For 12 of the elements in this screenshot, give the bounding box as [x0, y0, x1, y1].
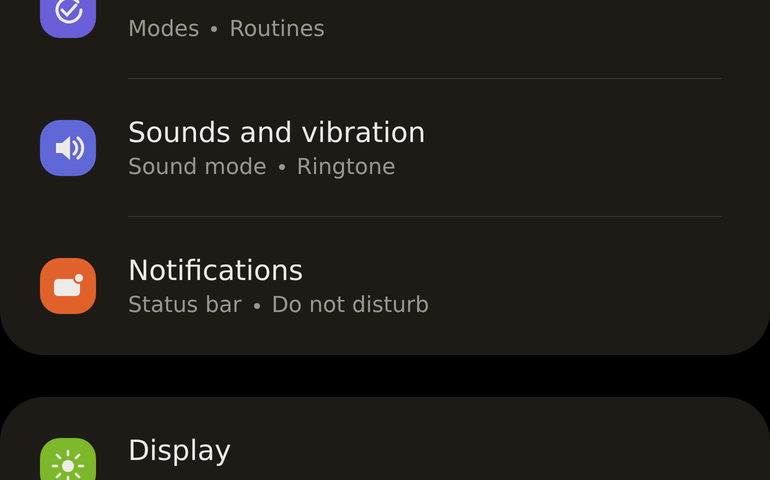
- setting-title[interactable]: Notifications: [128, 254, 304, 287]
- setting-subtitle: Modes: [128, 16, 200, 42]
- separator-dot: [278, 164, 285, 170]
- setting-subtitle: Sound mode: [128, 154, 267, 180]
- setting-title[interactable]: Sounds and vibration: [128, 116, 426, 148]
- separator-dot: [254, 302, 260, 308]
- setting-subtitle: Routines: [229, 16, 325, 42]
- setting-subtitle: Do not disturb: [272, 293, 430, 318]
- separator-dot: [211, 26, 218, 32]
- setting-title[interactable]: Display: [128, 434, 232, 466]
- setting-subtitle: Ringtone: [296, 154, 396, 180]
- setting-subtitle: Status bar: [128, 293, 242, 318]
